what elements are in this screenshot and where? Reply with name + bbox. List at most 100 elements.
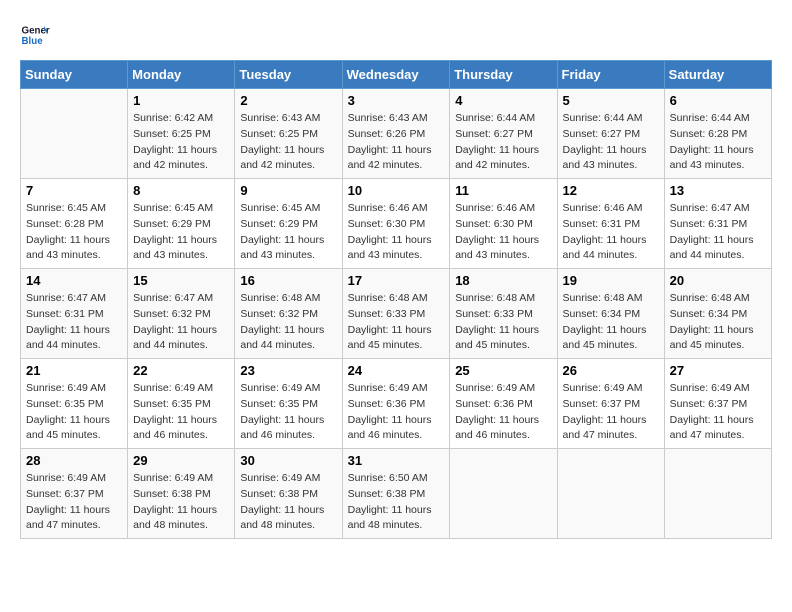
calendar-cell: 8 Sunrise: 6:45 AMSunset: 6:29 PMDaylight… [128,179,235,269]
calendar-cell: 3Sunrise: 6:43 AMSunset: 6:26 PMDaylight… [342,89,450,179]
week-row-4: 21 Sunrise: 6:49 AMSunset: 6:35 PMDayligh… [21,359,772,449]
day-info: Sunrise: 6:46 AMSunset: 6:30 PMDaylight:… [455,201,551,264]
calendar-cell: 28Sunrise: 6:49 AMSunset: 6:37 PMDayligh… [21,449,128,539]
calendar-cell: 9 Sunrise: 6:45 AMSunset: 6:29 PMDaylight… [235,179,342,269]
calendar-cell: 21 Sunrise: 6:49 AMSunset: 6:35 PMDayligh… [21,359,128,449]
calendar-cell: 22 Sunrise: 6:49 AMSunset: 6:35 PMDayligh… [128,359,235,449]
day-number: 30 [240,453,336,468]
day-number: 31 [348,453,445,468]
calendar-cell [557,449,664,539]
day-info: Sunrise: 6:49 AMSunset: 6:38 PMDaylight:… [240,471,336,534]
calendar-cell: 6 Sunrise: 6:44 AMSunset: 6:28 PMDaylight… [664,89,771,179]
day-info: Sunrise: 6:50 AMSunset: 6:38 PMDaylight:… [348,471,445,534]
day-number: 17 [348,273,445,288]
calendar-cell: 18 Sunrise: 6:48 AMSunset: 6:33 PMDayligh… [450,269,557,359]
day-info: Sunrise: 6:43 AMSunset: 6:26 PMDaylight:… [348,111,445,174]
week-row-2: 7 Sunrise: 6:45 AMSunset: 6:28 PMDaylight… [21,179,772,269]
logo: General Blue [20,20,50,50]
calendar-cell: 12 Sunrise: 6:46 AMSunset: 6:31 PMDayligh… [557,179,664,269]
calendar-cell: 17 Sunrise: 6:48 AMSunset: 6:33 PMDayligh… [342,269,450,359]
day-number: 28 [26,453,122,468]
calendar-cell [664,449,771,539]
column-header-tuesday: Tuesday [235,61,342,89]
calendar-cell: 10Sunrise: 6:46 AMSunset: 6:30 PMDayligh… [342,179,450,269]
day-number: 10 [348,183,445,198]
calendar-body: 1Sunrise: 6:42 AMSunset: 6:25 PMDaylight… [21,89,772,539]
calendar-cell: 29Sunrise: 6:49 AMSunset: 6:38 PMDayligh… [128,449,235,539]
day-number: 7 [26,183,122,198]
calendar-cell: 14 Sunrise: 6:47 AMSunset: 6:31 PMDayligh… [21,269,128,359]
column-header-monday: Monday [128,61,235,89]
day-number: 29 [133,453,229,468]
calendar-cell: 19Sunrise: 6:48 AMSunset: 6:34 PMDayligh… [557,269,664,359]
day-number: 2 [240,93,336,108]
calendar-cell: 11 Sunrise: 6:46 AMSunset: 6:30 PMDayligh… [450,179,557,269]
day-number: 27 [670,363,766,378]
calendar-cell: 20Sunrise: 6:48 AMSunset: 6:34 PMDayligh… [664,269,771,359]
day-info: Sunrise: 6:49 AMSunset: 6:35 PMDaylight:… [133,381,229,444]
column-header-saturday: Saturday [664,61,771,89]
calendar-cell: 15Sunrise: 6:47 AMSunset: 6:32 PMDayligh… [128,269,235,359]
week-row-5: 28Sunrise: 6:49 AMSunset: 6:37 PMDayligh… [21,449,772,539]
day-number: 13 [670,183,766,198]
page-header: General Blue [20,20,772,50]
day-info: Sunrise: 6:44 AMSunset: 6:28 PMDaylight:… [670,111,766,174]
day-number: 19 [563,273,659,288]
day-info: Sunrise: 6:42 AMSunset: 6:25 PMDaylight:… [133,111,229,174]
calendar-cell: 1Sunrise: 6:42 AMSunset: 6:25 PMDaylight… [128,89,235,179]
column-header-sunday: Sunday [21,61,128,89]
calendar-cell: 26Sunrise: 6:49 AMSunset: 6:37 PMDayligh… [557,359,664,449]
day-number: 12 [563,183,659,198]
day-info: Sunrise: 6:47 AMSunset: 6:31 PMDaylight:… [26,291,122,354]
column-header-thursday: Thursday [450,61,557,89]
calendar-cell: 23 Sunrise: 6:49 AMSunset: 6:35 PMDayligh… [235,359,342,449]
calendar-cell: 24 Sunrise: 6:49 AMSunset: 6:36 PMDayligh… [342,359,450,449]
week-row-3: 14 Sunrise: 6:47 AMSunset: 6:31 PMDayligh… [21,269,772,359]
day-number: 6 [670,93,766,108]
calendar-cell: 7 Sunrise: 6:45 AMSunset: 6:28 PMDaylight… [21,179,128,269]
day-number: 11 [455,183,551,198]
day-info: Sunrise: 6:49 AMSunset: 6:36 PMDaylight:… [455,381,551,444]
day-number: 16 [240,273,336,288]
calendar-cell: 16 Sunrise: 6:48 AMSunset: 6:32 PMDayligh… [235,269,342,359]
day-info: Sunrise: 6:44 AMSunset: 6:27 PMDaylight:… [563,111,659,174]
day-info: Sunrise: 6:49 AMSunset: 6:35 PMDaylight:… [26,381,122,444]
day-number: 9 [240,183,336,198]
calendar-cell: 4Sunrise: 6:44 AMSunset: 6:27 PMDaylight… [450,89,557,179]
day-info: Sunrise: 6:49 AMSunset: 6:37 PMDaylight:… [563,381,659,444]
day-info: Sunrise: 6:47 AMSunset: 6:31 PMDaylight:… [670,201,766,264]
day-info: Sunrise: 6:46 AMSunset: 6:31 PMDaylight:… [563,201,659,264]
day-number: 14 [26,273,122,288]
day-number: 25 [455,363,551,378]
day-number: 23 [240,363,336,378]
calendar-cell: 25 Sunrise: 6:49 AMSunset: 6:36 PMDayligh… [450,359,557,449]
calendar-table: SundayMondayTuesdayWednesdayThursdayFrid… [20,60,772,539]
calendar-cell: 30 Sunrise: 6:49 AMSunset: 6:38 PMDayligh… [235,449,342,539]
calendar-cell [21,89,128,179]
calendar-header-row: SundayMondayTuesdayWednesdayThursdayFrid… [21,61,772,89]
day-number: 18 [455,273,551,288]
calendar-cell: 31 Sunrise: 6:50 AMSunset: 6:38 PMDayligh… [342,449,450,539]
day-info: Sunrise: 6:49 AMSunset: 6:35 PMDaylight:… [240,381,336,444]
calendar-cell: 27Sunrise: 6:49 AMSunset: 6:37 PMDayligh… [664,359,771,449]
day-info: Sunrise: 6:45 AMSunset: 6:28 PMDaylight:… [26,201,122,264]
svg-text:Blue: Blue [22,36,44,47]
day-info: Sunrise: 6:48 AMSunset: 6:34 PMDaylight:… [670,291,766,354]
day-number: 22 [133,363,229,378]
column-header-wednesday: Wednesday [342,61,450,89]
calendar-cell: 2 Sunrise: 6:43 AMSunset: 6:25 PMDaylight… [235,89,342,179]
calendar-cell: 5 Sunrise: 6:44 AMSunset: 6:27 PMDaylight… [557,89,664,179]
day-info: Sunrise: 6:45 AMSunset: 6:29 PMDaylight:… [240,201,336,264]
day-info: Sunrise: 6:48 AMSunset: 6:33 PMDaylight:… [348,291,445,354]
day-info: Sunrise: 6:43 AMSunset: 6:25 PMDaylight:… [240,111,336,174]
calendar-cell [450,449,557,539]
day-info: Sunrise: 6:44 AMSunset: 6:27 PMDaylight:… [455,111,551,174]
day-number: 8 [133,183,229,198]
day-number: 21 [26,363,122,378]
day-info: Sunrise: 6:45 AMSunset: 6:29 PMDaylight:… [133,201,229,264]
day-info: Sunrise: 6:49 AMSunset: 6:36 PMDaylight:… [348,381,445,444]
day-info: Sunrise: 6:48 AMSunset: 6:33 PMDaylight:… [455,291,551,354]
day-number: 5 [563,93,659,108]
day-info: Sunrise: 6:48 AMSunset: 6:32 PMDaylight:… [240,291,336,354]
day-number: 24 [348,363,445,378]
